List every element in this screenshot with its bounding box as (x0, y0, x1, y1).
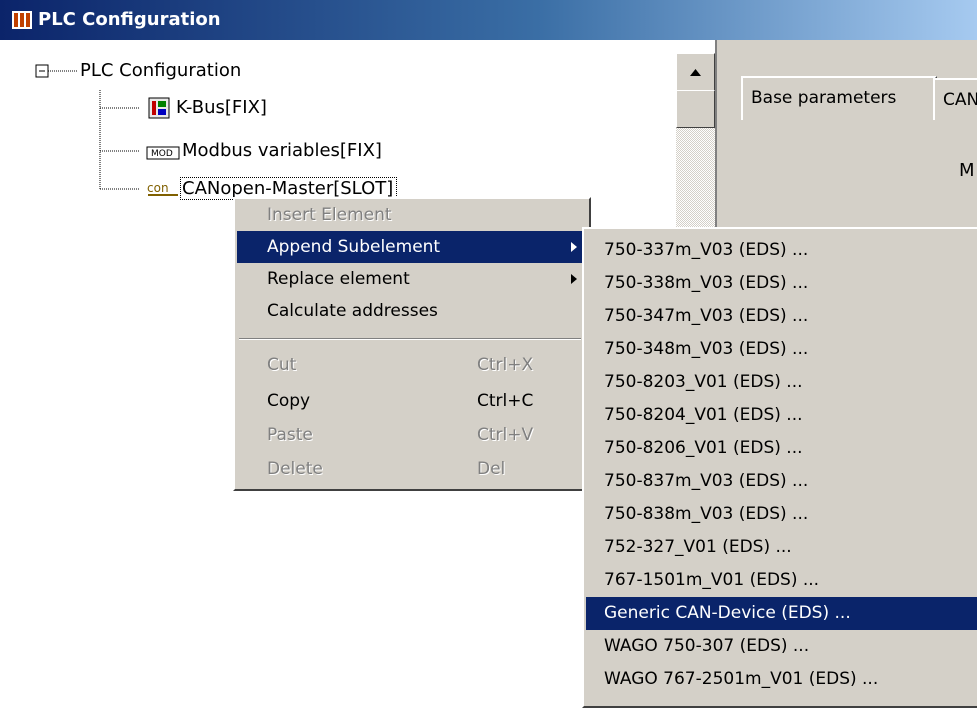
scroll-thumb[interactable] (676, 90, 715, 128)
tab-can[interactable]: CAN (933, 78, 977, 120)
menu-item-paste[interactable]: Paste Ctrl+V (237, 419, 587, 451)
submenu-item-generic-can-device[interactable]: Generic CAN-Device (EDS) ... (586, 597, 977, 630)
submenu-item[interactable]: 750-838m_V03 (EDS) ... (586, 498, 977, 531)
context-menu: Insert Element Append Subelement Replace… (233, 197, 591, 491)
submenu-item[interactable]: 750-347m_V03 (EDS) ... (586, 300, 977, 333)
menu-item-append-subelement[interactable]: Append Subelement (237, 231, 587, 263)
menu-item-insert-element[interactable]: Insert Element (237, 199, 587, 231)
menu-item-cut[interactable]: Cut Ctrl+X (237, 349, 587, 381)
submenu-item[interactable]: WAGO 750-307 (EDS) ... (586, 630, 977, 663)
tree-root[interactable]: PLC Configuration (80, 57, 241, 85)
tree-root-label: PLC Configuration (80, 60, 242, 81)
menu-item-replace-element[interactable]: Replace element (237, 263, 587, 295)
submenu-item[interactable]: 752-327_V01 (EDS) ... (586, 531, 977, 564)
tree-item-label: K-Bus[FIX] (176, 97, 267, 118)
plc-config-icon (12, 11, 32, 29)
submenu-item[interactable]: 750-337m_V03 (EDS) ... (586, 234, 977, 267)
tree-item-modbus[interactable]: MOD Modbus variables[FIX] (146, 137, 382, 165)
menu-separator (239, 338, 581, 340)
arrow-up-icon (690, 69, 701, 76)
svg-text:con: con (147, 181, 169, 195)
svg-text:MOD: MOD (151, 149, 173, 159)
title-bar: PLC Configuration (0, 0, 977, 40)
append-subelement-submenu: 750-337m_V03 (EDS) ... 750-338m_V03 (EDS… (582, 227, 977, 708)
submenu-item[interactable]: 750-8206_V01 (EDS) ... (586, 432, 977, 465)
submenu-item[interactable]: 750-338m_V03 (EDS) ... (586, 267, 977, 300)
tree-item-kbus[interactable]: K-Bus[FIX] (148, 94, 267, 122)
canopen-icon: con (147, 181, 178, 196)
submenu-arrow-icon (571, 274, 577, 284)
kbus-module-icon (148, 97, 170, 119)
submenu-item[interactable]: 750-8203_V01 (EDS) ... (586, 366, 977, 399)
submenu-item[interactable]: 750-837m_V03 (EDS) ... (586, 465, 977, 498)
scroll-up-button[interactable] (676, 53, 715, 92)
tab-base-parameters[interactable]: Base parameters (741, 76, 937, 120)
submenu-item[interactable]: 750-8204_V01 (EDS) ... (586, 399, 977, 432)
menu-item-copy[interactable]: Copy Ctrl+C (237, 385, 587, 417)
modbus-icon: MOD (146, 146, 180, 160)
submenu-item[interactable]: 767-1501m_V01 (EDS) ... (586, 564, 977, 597)
tree-item-label: Modbus variables[FIX] (182, 140, 382, 161)
menu-item-calculate-addresses[interactable]: Calculate addresses (237, 295, 587, 327)
menu-item-delete[interactable]: Delete Del (237, 453, 587, 485)
window-title: PLC Configuration (38, 9, 221, 30)
panel-partial-label: M (959, 160, 975, 181)
submenu-arrow-icon (571, 242, 577, 252)
submenu-item[interactable]: 750-348m_V03 (EDS) ... (586, 333, 977, 366)
submenu-item[interactable]: WAGO 767-2501m_V01 (EDS) ... (586, 663, 977, 696)
